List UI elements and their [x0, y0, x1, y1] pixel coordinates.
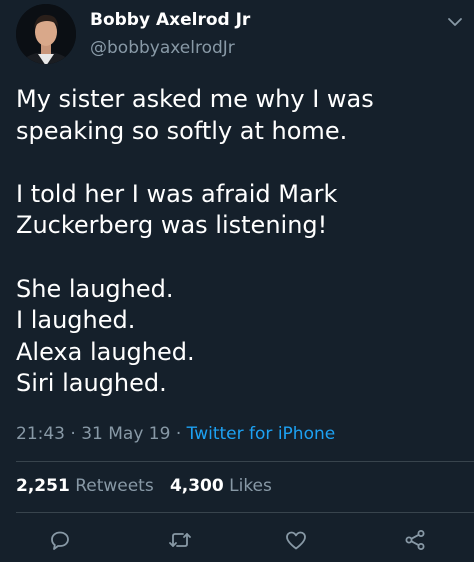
divider — [16, 512, 474, 513]
meta-separator: · — [70, 424, 76, 444]
tweet-line: speaking so softly at home. — [16, 116, 348, 145]
retweet-icon — [169, 533, 191, 547]
tweet-line: Alexa laughed. — [16, 337, 195, 366]
tweet-line: She laughed. — [16, 274, 174, 303]
tweet-line: Zuckerberg was listening! — [16, 211, 328, 240]
share-button[interactable] — [402, 527, 428, 553]
chevron-down-icon[interactable] — [447, 13, 463, 26]
tweet-time[interactable]: 21:43 — [16, 424, 65, 444]
retweets-label: Retweets — [75, 476, 154, 496]
divider — [16, 461, 474, 462]
reply-icon — [51, 531, 69, 550]
likes-count: 4,300 — [169, 476, 224, 496]
retweet-button[interactable] — [167, 527, 193, 553]
retweets-count: 2,251 — [16, 476, 70, 496]
tweet-meta: 21:43 · 31 May 19 · Twitter for iPhone — [16, 424, 335, 444]
tweet-line: My sister asked me why I was — [16, 85, 374, 113]
avatar-image — [16, 4, 76, 64]
tweet-line: I told her I was afraid Mark — [16, 179, 338, 208]
handle[interactable]: @bobbyaxelrodJr — [90, 38, 235, 58]
meta-separator: · — [175, 424, 182, 444]
like-button[interactable] — [283, 527, 309, 553]
tweet-source-link[interactable]: Twitter for iPhone — [187, 424, 336, 444]
tweet-line: Siri laughed. — [16, 369, 167, 398]
tweet-stats: 2,251 Retweets 4,300 Likes — [16, 476, 272, 496]
tweet-text: My sister asked me why I was speaking so… — [16, 84, 466, 400]
heart-icon — [286, 531, 306, 550]
likes-label: Likes — [229, 476, 272, 496]
retweets-stat[interactable]: 2,251 Retweets — [16, 476, 159, 496]
avatar[interactable] — [16, 4, 76, 64]
tweet-line — [16, 242, 466, 274]
tweet-date[interactable]: 31 May 19 — [81, 424, 170, 444]
reply-button[interactable] — [47, 527, 73, 553]
likes-stat[interactable]: 4,300 Likes — [170, 476, 272, 496]
tweet-line: I laughed. — [16, 306, 136, 335]
display-name[interactable]: Bobby Axelrod Jr — [90, 10, 250, 30]
share-icon — [405, 530, 425, 550]
tweet-line — [16, 147, 466, 179]
